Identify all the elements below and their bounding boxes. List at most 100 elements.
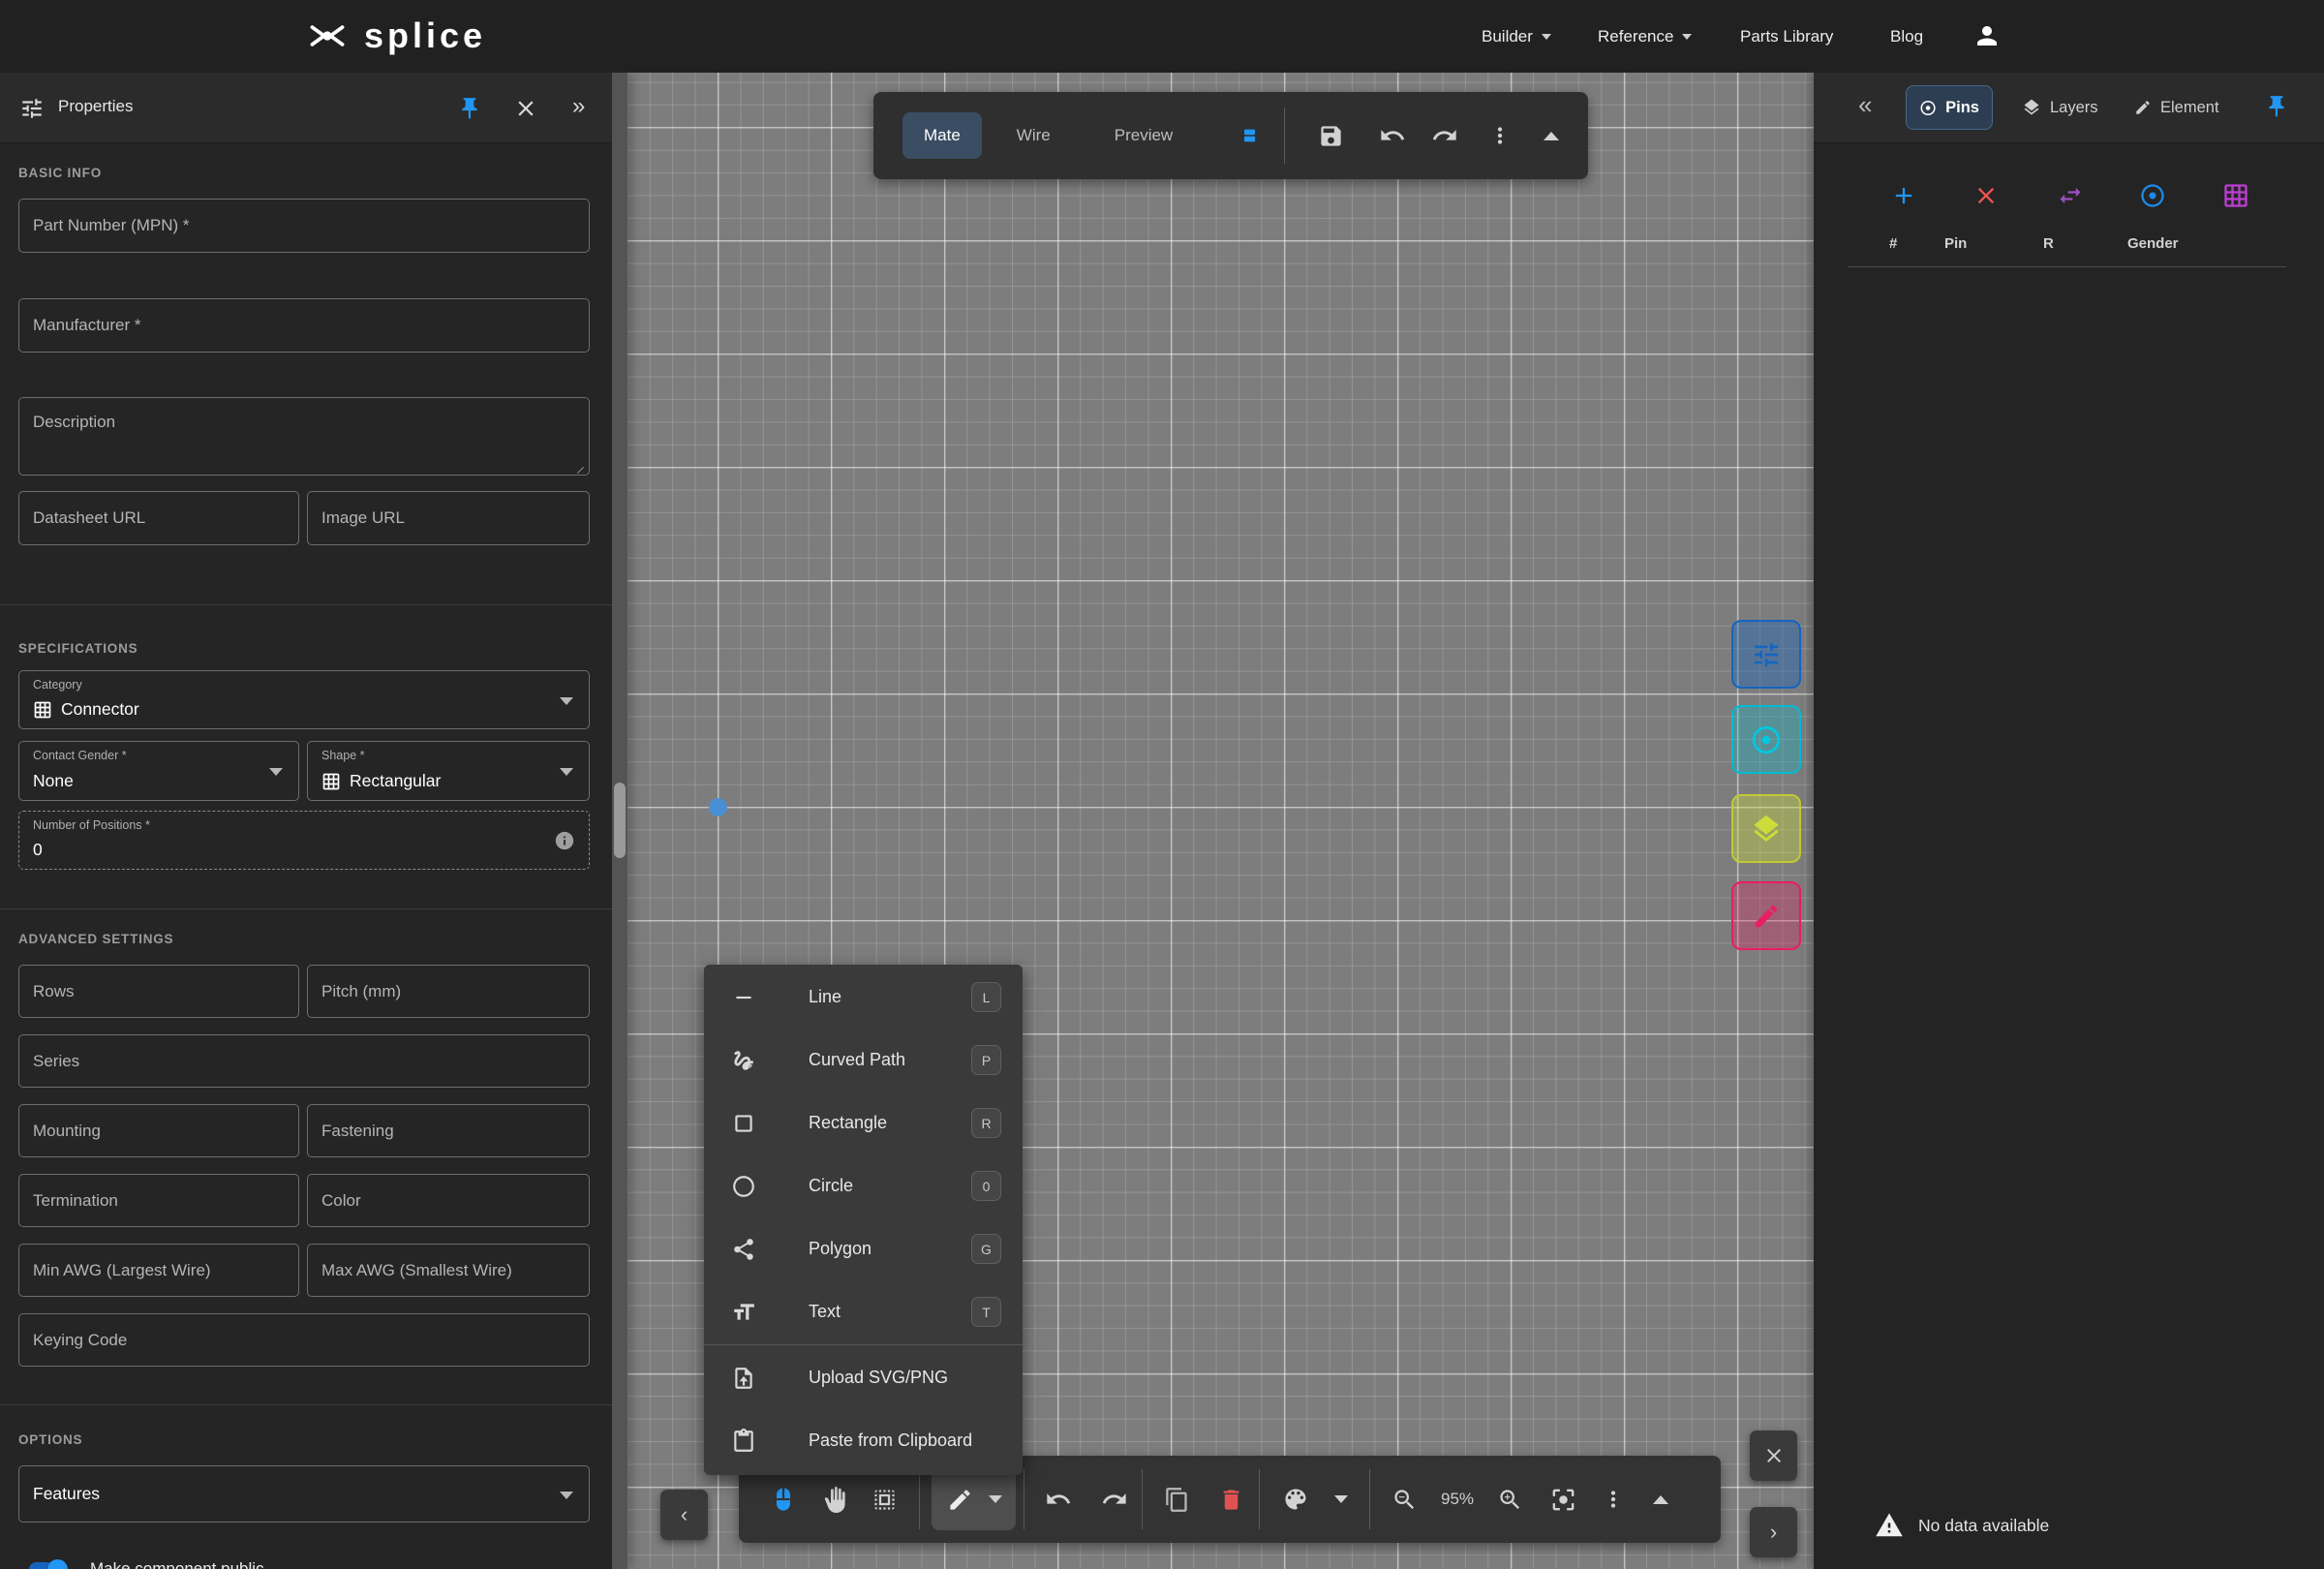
info-icon[interactable]: [554, 830, 575, 851]
tab-layers[interactable]: Layers: [2009, 85, 2111, 130]
pan-tool-button[interactable]: [822, 1487, 848, 1513]
nav-item-reference[interactable]: Reference: [1598, 0, 1692, 73]
keying-code-field[interactable]: [18, 1313, 590, 1367]
collapse-panel-icon[interactable]: »: [572, 93, 585, 120]
more-options-button[interactable]: [1601, 1487, 1626, 1512]
pitch-field[interactable]: [307, 965, 590, 1018]
series-field[interactable]: [18, 1034, 590, 1088]
palette-button[interactable]: [1282, 1486, 1348, 1513]
account-icon[interactable]: [1972, 21, 2002, 50]
part-number-field[interactable]: [18, 199, 590, 253]
nav-item-blog[interactable]: Blog: [1890, 0, 1923, 73]
menu-item-rectangle[interactable]: Rectangle R: [704, 1092, 1023, 1154]
pitch-input[interactable]: [308, 966, 589, 1017]
public-toggle[interactable]: [29, 1562, 65, 1569]
tab-element[interactable]: Element: [2122, 85, 2232, 130]
mounting-input[interactable]: [19, 1105, 298, 1156]
image-url-input[interactable]: [308, 492, 589, 544]
menu-item-upload[interactable]: Upload SVG/PNG: [704, 1346, 1023, 1409]
features-select[interactable]: Features: [18, 1465, 590, 1523]
rows-input[interactable]: [19, 966, 298, 1017]
termination-input[interactable]: [19, 1175, 298, 1226]
datasheet-url-input[interactable]: [19, 492, 298, 544]
layout-rows-icon[interactable]: [1240, 122, 1259, 149]
panel-title: Properties: [58, 97, 133, 116]
description-input[interactable]: [19, 398, 589, 475]
tab-mate[interactable]: Mate: [902, 112, 982, 159]
scrollbar-thumb[interactable]: [614, 783, 626, 858]
nav-item-parts-library[interactable]: Parts Library: [1740, 0, 1833, 73]
category-select[interactable]: Category Connector: [18, 670, 590, 729]
series-input[interactable]: [19, 1035, 589, 1087]
swap-pins-icon[interactable]: [2057, 182, 2084, 209]
zoom-in-button[interactable]: [1497, 1487, 1523, 1513]
add-pin-icon[interactable]: [1890, 182, 1917, 209]
mounting-field[interactable]: [18, 1104, 299, 1157]
max-awg-field[interactable]: [307, 1244, 590, 1297]
close-overlay-button[interactable]: [1750, 1431, 1797, 1481]
redo-button[interactable]: [1431, 122, 1458, 149]
datasheet-url-field[interactable]: [18, 491, 299, 545]
menu-item-polygon[interactable]: Polygon G: [704, 1217, 1023, 1280]
pin-grid-icon[interactable]: [2222, 182, 2249, 209]
tab-pins[interactable]: Pins: [1906, 85, 1993, 130]
positions-field[interactable]: Number of Positions * 0: [18, 811, 590, 870]
collapse-panel-icon[interactable]: «: [1858, 90, 1872, 120]
menu-item-circle[interactable]: Circle 0: [704, 1154, 1023, 1217]
tool-pins-button[interactable]: [1731, 705, 1801, 774]
min-awg-field[interactable]: [18, 1244, 299, 1297]
collapse-toolbar-icon[interactable]: [1653, 1495, 1668, 1504]
menu-item-paste[interactable]: Paste from Clipboard: [704, 1409, 1023, 1472]
nav-item-builder[interactable]: Builder: [1482, 0, 1551, 73]
logo[interactable]: splice: [308, 16, 486, 55]
fit-view-button[interactable]: [1549, 1486, 1577, 1514]
part-number-input[interactable]: [19, 200, 589, 252]
image-url-field[interactable]: [307, 491, 590, 545]
delete-button[interactable]: [1218, 1487, 1244, 1513]
keying-code-input[interactable]: [19, 1314, 589, 1366]
shape-select[interactable]: Shape * Rectangular: [307, 741, 590, 801]
undo-button[interactable]: [1045, 1486, 1072, 1513]
public-toggle-label: Make component public: [90, 1559, 264, 1569]
max-awg-input[interactable]: [308, 1245, 589, 1296]
expand-right-panel-button[interactable]: ›: [1750, 1507, 1797, 1557]
undo-button[interactable]: [1379, 122, 1406, 149]
properties-scrollbar[interactable]: [612, 73, 627, 1569]
rows-field[interactable]: [18, 965, 299, 1018]
fastening-field[interactable]: [307, 1104, 590, 1157]
tool-layers-button[interactable]: [1731, 794, 1801, 863]
mouse-tool-button[interactable]: [770, 1486, 797, 1513]
color-field[interactable]: [307, 1174, 590, 1227]
fastening-input[interactable]: [308, 1105, 589, 1156]
editor-canvas[interactable]: Mate Wire Preview Line L Curved Pa: [627, 73, 1814, 1569]
expand-left-panel-button[interactable]: ‹: [660, 1490, 708, 1540]
zoom-out-button[interactable]: [1391, 1487, 1418, 1513]
color-input[interactable]: [308, 1175, 589, 1226]
manufacturer-field[interactable]: [18, 298, 590, 353]
tool-element-button[interactable]: [1731, 881, 1801, 950]
menu-item-line[interactable]: Line L: [704, 966, 1023, 1029]
tab-preview[interactable]: Preview: [1093, 112, 1194, 159]
collapse-toolbar-icon[interactable]: [1544, 132, 1559, 140]
remove-pin-icon[interactable]: [1972, 182, 2000, 209]
copy-button[interactable]: [1164, 1487, 1190, 1513]
menu-item-curved-path[interactable]: Curved Path P: [704, 1029, 1023, 1092]
contact-gender-select[interactable]: Contact Gender * None: [18, 741, 299, 801]
pin-target-icon[interactable]: [2139, 182, 2166, 209]
termination-field[interactable]: [18, 1174, 299, 1227]
pin-panel-icon[interactable]: [457, 96, 482, 121]
tab-wire[interactable]: Wire: [995, 112, 1072, 159]
tool-properties-button[interactable]: [1731, 620, 1801, 689]
manufacturer-input[interactable]: [19, 299, 589, 352]
redo-button[interactable]: [1101, 1486, 1128, 1513]
menu-item-text[interactable]: Text T: [704, 1280, 1023, 1343]
pin-panel-icon[interactable]: [2264, 94, 2289, 119]
save-button[interactable]: [1318, 123, 1344, 149]
draw-tool-button[interactable]: [932, 1468, 1016, 1530]
kebab-menu-icon[interactable]: [1487, 123, 1513, 148]
close-panel-icon[interactable]: [513, 96, 538, 121]
min-awg-input[interactable]: [19, 1245, 298, 1296]
description-field[interactable]: [18, 397, 590, 476]
marquee-select-button[interactable]: [872, 1487, 898, 1513]
canvas-anchor-point[interactable]: [709, 798, 727, 816]
